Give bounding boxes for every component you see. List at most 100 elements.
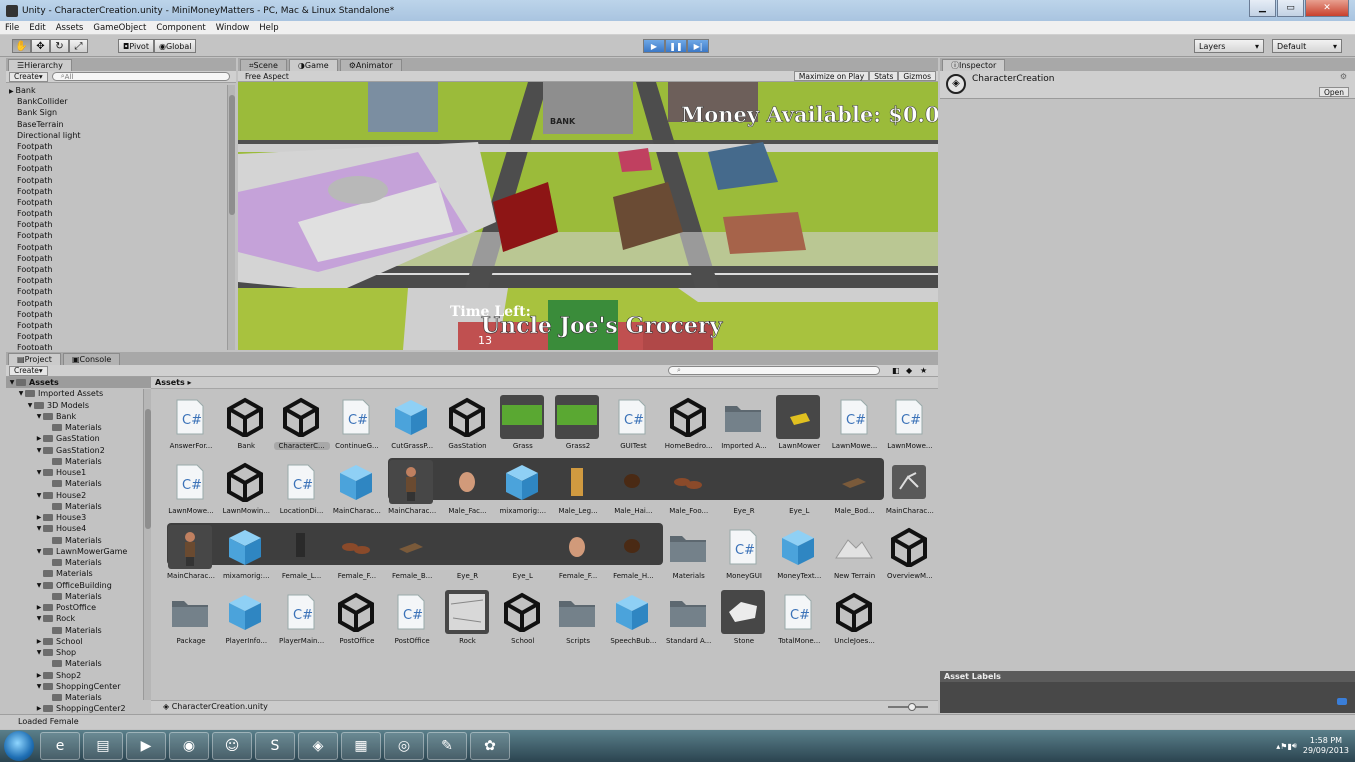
- asset-item[interactable]: UncleJoes...: [827, 590, 879, 654]
- asset-item[interactable]: PostOffice: [329, 590, 381, 654]
- tab-hierarchy[interactable]: ☰ Hierarchy: [8, 59, 72, 71]
- tree-item[interactable]: Materials: [6, 692, 151, 703]
- asset-item[interactable]: MainCharac...: [329, 460, 381, 524]
- gizmos-button[interactable]: Gizmos: [898, 71, 936, 81]
- step-icon[interactable]: ▶|: [687, 39, 709, 53]
- hierarchy-item[interactable]: Footpath: [6, 331, 226, 342]
- hierarchy-item[interactable]: Directional light: [6, 130, 226, 141]
- pivot-button[interactable]: ◘ Pivot: [118, 39, 154, 53]
- hierarchy-item[interactable]: BaseTerrain: [6, 119, 226, 130]
- asset-item[interactable]: mixamorig:...: [495, 460, 547, 524]
- clock[interactable]: 1:58 PM 29/09/2013: [1303, 736, 1349, 756]
- asset-item[interactable]: SpeechBub...: [605, 590, 657, 654]
- menu-file[interactable]: File: [0, 23, 24, 33]
- tree-item[interactable]: ▼ Assets: [6, 377, 151, 389]
- asset-item[interactable]: MoneyText...: [771, 525, 823, 589]
- filter-type-icon[interactable]: ◧: [892, 366, 900, 375]
- tree-expand-arrow-icon[interactable]: ▼: [35, 546, 43, 557]
- close-button[interactable]: ✕: [1305, 0, 1349, 17]
- asset-item[interactable]: Imported A...: [716, 395, 768, 459]
- tree-expand-arrow-icon[interactable]: ▼: [17, 388, 25, 399]
- tree-expand-arrow-icon[interactable]: ▶: [35, 636, 43, 647]
- asset-item[interactable]: C# AnswerFor...: [163, 395, 215, 459]
- asset-item[interactable]: Male_Foo...: [661, 460, 713, 524]
- tree-item[interactable]: ▼ ShoppingCenter: [6, 681, 151, 692]
- global-button[interactable]: ◉ Global: [153, 39, 197, 53]
- maximize-button[interactable]: ▭: [1277, 0, 1304, 17]
- tree-item[interactable]: ▼ Imported Assets: [6, 388, 151, 399]
- hierarchy-item[interactable]: Footpath: [6, 208, 226, 219]
- tab-scene[interactable]: ⌗ Scene: [240, 59, 287, 71]
- tab-console[interactable]: ▣ Console: [62, 353, 121, 365]
- tree-expand-arrow-icon[interactable]: ▼: [35, 490, 43, 501]
- hierarchy-item[interactable]: Footpath: [6, 219, 226, 230]
- asset-item[interactable]: LawnMowin...: [218, 460, 270, 524]
- tree-item[interactable]: Materials: [6, 456, 151, 467]
- menu-help[interactable]: Help: [254, 23, 283, 33]
- flag-icon[interactable]: ⚑: [1280, 742, 1287, 751]
- asset-item[interactable]: Stone: [716, 590, 768, 654]
- hierarchy-item[interactable]: Footpath: [6, 197, 226, 208]
- tab-inspector[interactable]: ⓘ Inspector: [942, 59, 1006, 71]
- hierarchy-create-button[interactable]: Create ▾: [9, 71, 48, 82]
- tab-game[interactable]: ◑ Game: [288, 59, 338, 71]
- tree-expand-arrow-icon[interactable]: ▼: [8, 377, 16, 388]
- aspect-dropdown[interactable]: Free Aspect: [241, 71, 381, 81]
- layout-dropdown[interactable]: Default ▾: [1272, 39, 1342, 53]
- tree-expand-arrow-icon[interactable]: ▼: [35, 467, 43, 478]
- asset-item[interactable]: MainCharac...: [882, 460, 934, 524]
- tree-item[interactable]: Materials: [6, 535, 151, 546]
- internet-explorer-icon[interactable]: e: [40, 732, 80, 760]
- tree-item[interactable]: ▼ Rock: [6, 613, 151, 624]
- tree-item[interactable]: ▼ House4: [6, 523, 151, 534]
- menu-gameobject[interactable]: GameObject: [88, 23, 151, 33]
- move-tool-icon[interactable]: ✥: [31, 39, 50, 53]
- asset-item[interactable]: GasStation: [440, 395, 492, 459]
- minimize-button[interactable]: ▁: [1249, 0, 1276, 17]
- stats-button[interactable]: Stats: [869, 71, 899, 81]
- asset-item[interactable]: C# GUITest: [605, 395, 657, 459]
- tree-item[interactable]: ▶ GasStation: [6, 433, 151, 444]
- tree-item[interactable]: ▼ 3D Models: [6, 400, 151, 411]
- hierarchy-item[interactable]: Footpath: [6, 152, 226, 163]
- tree-item[interactable]: ▼ LawnMowerGame: [6, 546, 151, 557]
- tree-item[interactable]: Materials: [6, 568, 151, 579]
- asset-item[interactable]: Male_Hai...: [605, 460, 657, 524]
- tree-item[interactable]: ▶ ShoppingCenter2: [6, 703, 151, 713]
- tab-project[interactable]: ▤ Project: [8, 353, 61, 365]
- asset-item[interactable]: C# LocationDi...: [274, 460, 326, 524]
- settings-gear-icon[interactable]: ⚙: [1340, 72, 1347, 81]
- open-button[interactable]: Open: [1318, 87, 1349, 97]
- asset-item[interactable]: Eye_R: [440, 525, 492, 589]
- tree-item[interactable]: ▶ PostOffice: [6, 602, 151, 613]
- tree-expand-arrow-icon[interactable]: ▼: [35, 681, 43, 692]
- asset-item[interactable]: Male_Leg...: [550, 460, 602, 524]
- tree-item[interactable]: Materials: [6, 591, 151, 602]
- tree-item[interactable]: ▶ Shop2: [6, 670, 151, 681]
- asset-item[interactable]: Grass2: [550, 395, 602, 459]
- tree-item[interactable]: Materials: [6, 658, 151, 669]
- start-button[interactable]: [4, 731, 34, 761]
- tree-expand-arrow-icon[interactable]: ▼: [35, 445, 43, 456]
- breadcrumb-assets[interactable]: Assets: [155, 378, 185, 387]
- hierarchy-scroll-thumb[interactable]: [229, 95, 235, 215]
- gimp-icon[interactable]: ✎: [427, 732, 467, 760]
- asset-item[interactable]: Female_F...: [550, 525, 602, 589]
- hierarchy-item[interactable]: Footpath: [6, 320, 226, 331]
- asset-item[interactable]: Female_B...: [384, 525, 436, 589]
- tree-expand-arrow-icon[interactable]: ▶: [35, 512, 43, 523]
- asset-item[interactable]: C# LawnMowe...: [163, 460, 215, 524]
- menu-window[interactable]: Window: [211, 23, 255, 33]
- hierarchy-item[interactable]: Footpath: [6, 163, 226, 174]
- tree-item[interactable]: ▼ Bank: [6, 411, 151, 422]
- menu-component[interactable]: Component: [151, 23, 210, 33]
- tree-item[interactable]: ▼ House2: [6, 490, 151, 501]
- asset-item[interactable]: C# PlayerMain...: [274, 590, 326, 654]
- tree-item[interactable]: Materials: [6, 478, 151, 489]
- zoom-slider-thumb[interactable]: [908, 703, 916, 711]
- asset-item[interactable]: Eye_L: [771, 460, 823, 524]
- asset-item[interactable]: C# PostOffice: [384, 590, 436, 654]
- hierarchy-item[interactable]: BankCollider: [6, 96, 226, 107]
- layers-dropdown[interactable]: Layers ▾: [1194, 39, 1264, 53]
- asset-item[interactable]: Male_Bod...: [827, 460, 879, 524]
